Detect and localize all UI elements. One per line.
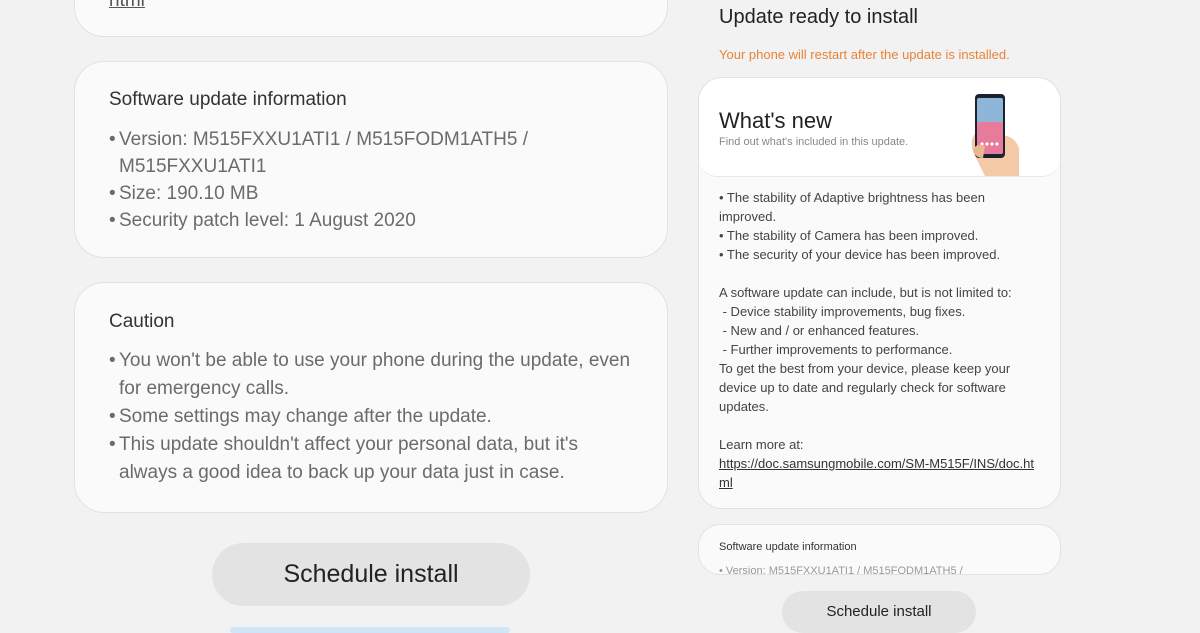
caution-card: Caution You won't be able to use your ph… bbox=[74, 282, 668, 513]
whats-new-body: • The stability of Adaptive brightness h… bbox=[719, 188, 1044, 492]
caution-item: Some settings may change after the updat… bbox=[109, 403, 637, 431]
software-update-info-card-small: Software update information • Version: M… bbox=[698, 524, 1061, 575]
software-update-info-card: Software update information Version: M51… bbox=[74, 61, 668, 258]
update-ready-title: Update ready to install bbox=[719, 6, 919, 28]
learn-more-label: Learn more at: bbox=[719, 437, 804, 452]
caution-list: You won't be able to use your phone duri… bbox=[109, 347, 637, 487]
schedule-install-button[interactable]: Schedule install bbox=[212, 543, 530, 606]
info-title: Software update information bbox=[109, 89, 347, 110]
learn-more-link[interactable]: https://doc.samsungmobile.com/SM-M515F/I… bbox=[719, 456, 1034, 490]
caution-item: This update shouldn't affect your person… bbox=[109, 431, 637, 487]
update-bullet: - Further improvements to performance. bbox=[719, 342, 953, 357]
security-patch-item: Security patch level: 1 August 2020 bbox=[109, 207, 637, 234]
whats-new-card: What's new Find out what's included in t… bbox=[698, 77, 1061, 509]
info-title-small: Software update information bbox=[719, 541, 857, 553]
restart-warning: Your phone will restart after the update… bbox=[719, 47, 1010, 62]
change-item: • The stability of Adaptive brightness h… bbox=[719, 190, 985, 224]
size-item: Size: 190.10 MB bbox=[109, 180, 637, 207]
whats-new-subtitle: Find out what's included in this update. bbox=[719, 136, 909, 148]
update-bullet: - Device stability improvements, bug fix… bbox=[719, 304, 966, 319]
schedule-install-button-small[interactable]: Schedule install bbox=[782, 591, 976, 633]
whats-new-header: What's new Find out what's included in t… bbox=[699, 78, 1060, 177]
doc-link-fragment[interactable]: html bbox=[109, 0, 145, 13]
version-item: Version: M515FXXU1ATI1 / M515FODM1ATH5 /… bbox=[109, 126, 637, 180]
change-item: • The stability of Camera has been impro… bbox=[719, 228, 979, 243]
change-item: • The security of your device has been i… bbox=[719, 247, 1001, 262]
update-intro: A software update can include, but is no… bbox=[719, 285, 1012, 300]
caution-item: You won't be able to use your phone duri… bbox=[109, 347, 637, 403]
update-advice: To get the best from your device, please… bbox=[719, 361, 1011, 414]
update-bullet: - New and / or enhanced features. bbox=[719, 323, 920, 338]
phone-in-hand-icon bbox=[971, 94, 1019, 176]
info-list: Version: M515FXXU1ATI1 / M515FODM1ATH5 /… bbox=[109, 126, 637, 234]
version-item-small: • Version: M515FXXU1ATI1 / M515FODM1ATH5… bbox=[719, 565, 963, 575]
previous-card: html bbox=[74, 0, 668, 37]
whats-new-title: What's new bbox=[719, 108, 833, 133]
install-now-button-edge[interactable] bbox=[230, 627, 510, 633]
caution-title: Caution bbox=[109, 311, 175, 332]
